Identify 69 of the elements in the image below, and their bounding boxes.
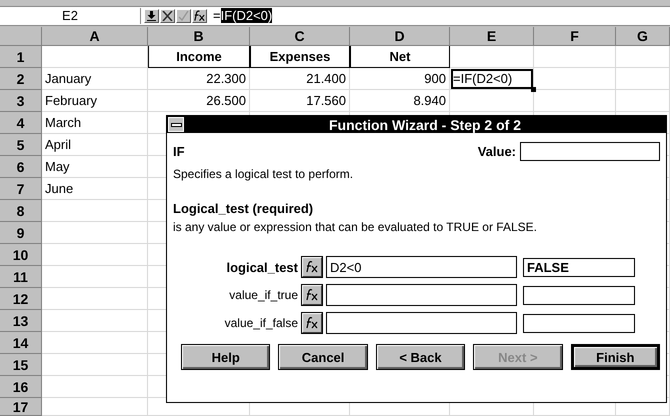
row-header[interactable]: 8 [0, 200, 42, 222]
row-header[interactable]: 2 [0, 68, 42, 90]
function-icon[interactable] [302, 313, 322, 333]
table-cell [616, 68, 670, 90]
check-icon[interactable] [176, 9, 191, 23]
result-field: FALSE [523, 258, 635, 276]
row-header[interactable]: 11 [0, 266, 42, 288]
row-header[interactable]: 9 [0, 222, 42, 244]
column-header[interactable]: A [42, 27, 148, 46]
function-icon[interactable] [302, 257, 322, 277]
row-header[interactable]: 13 [0, 310, 42, 332]
dialog-button[interactable]: < Back [376, 344, 466, 370]
column-header[interactable]: G [616, 27, 670, 46]
function-name: IF [173, 144, 185, 158]
cancel-icon[interactable] [160, 9, 175, 23]
argument-field[interactable] [326, 312, 517, 334]
column-header[interactable]: E [450, 27, 534, 46]
active-cell: =IF(D2<0) [450, 68, 534, 90]
dialog-button[interactable]: Help [181, 344, 270, 370]
row-header[interactable]: 10 [0, 244, 42, 266]
row-header[interactable]: 5 [0, 134, 42, 156]
system-menu-icon[interactable] [168, 117, 184, 132]
argument-label: value_if_false [224, 316, 298, 330]
row-header[interactable]: 16 [0, 376, 42, 398]
column-header[interactable]: F [534, 27, 616, 46]
row-header[interactable]: 4 [0, 112, 42, 134]
table-cell: Expenses [250, 46, 350, 68]
fill-handle[interactable] [531, 87, 536, 92]
row-header[interactable]: 12 [0, 288, 42, 310]
row-header[interactable]: 7 [0, 178, 42, 200]
column-header[interactable]: C [250, 27, 350, 46]
table-cell: 17.560 [250, 90, 350, 112]
row-header[interactable]: 14 [0, 332, 42, 354]
argument-field[interactable]: D2<0 [326, 256, 517, 278]
table-cell: June [42, 178, 148, 200]
column-header[interactable]: B [148, 27, 250, 46]
row-header[interactable]: 3 [0, 90, 42, 112]
table-cell: April [42, 134, 148, 156]
name-box[interactable]: E2 [0, 8, 141, 24]
value-label: Value: [478, 144, 516, 158]
function-description: Specifies a logical test to perform. [173, 167, 354, 181]
dropdown-arrow-icon[interactable] [144, 9, 159, 23]
row-header[interactable]: 6 [0, 156, 42, 178]
table-cell: 900 [350, 68, 450, 90]
dialog-button[interactable]: Cancel [278, 344, 368, 370]
argument-label: logical_test [225, 260, 298, 274]
function-icon[interactable] [192, 9, 207, 23]
dialog-button[interactable]: Finish [570, 344, 660, 370]
row-header[interactable]: 15 [0, 354, 42, 376]
dialog-title: Function Wizard - Step 2 of 2 [328, 116, 522, 132]
table-cell: 26.500 [148, 90, 250, 112]
table-cell: Income [148, 46, 250, 68]
table-cell: 22.300 [148, 68, 250, 90]
table-cell: 21.400 [250, 68, 350, 90]
function-icon[interactable] [302, 285, 322, 305]
table-cell: 8.940 [350, 90, 450, 112]
table-cell: May [42, 156, 148, 178]
argument-field[interactable] [326, 284, 517, 306]
row-header[interactable]: 1 [0, 46, 42, 68]
argument-label: value_if_true [228, 288, 298, 302]
table-cell: February [42, 90, 148, 112]
table-cell: January [42, 68, 148, 90]
column-header[interactable]: D [350, 27, 450, 46]
table-cell: March [42, 112, 148, 134]
argument-title: Logical_test (required) [173, 201, 314, 216]
table-cell: Net [350, 46, 450, 68]
row-header[interactable]: 17 [0, 398, 42, 416]
argument-description: is any value or expression that can be evaluated to TRUE or FALSE. [173, 220, 538, 234]
table-cell [616, 46, 670, 68]
